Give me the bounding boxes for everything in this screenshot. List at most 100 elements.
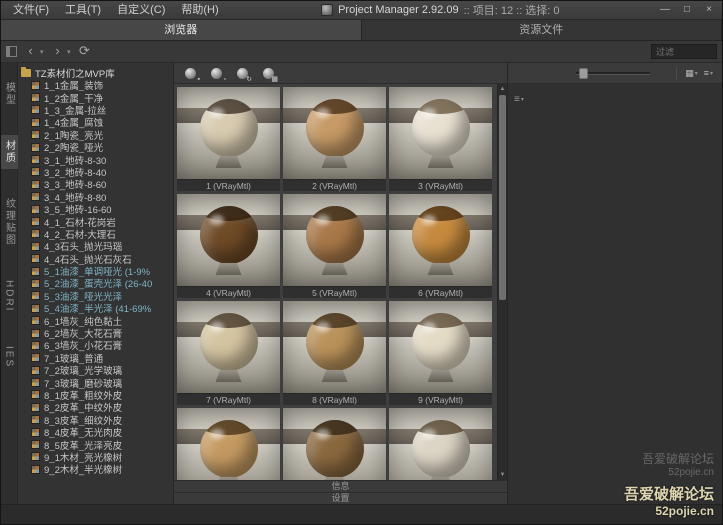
material-thumbnail[interactable] [177,408,280,480]
tree-item[interactable]: 7_1玻璃_普通 [21,352,173,364]
tree-item[interactable]: 6_1墙灰_纯色黏土 [21,314,173,326]
material-thumbnail[interactable]: 5 (VRayMtl) [283,194,386,298]
tree-item[interactable]: 7_2玻璃_光学玻璃 [21,364,173,376]
view-list-button[interactable]: ≡ ▾ [701,68,716,78]
category-tab[interactable]: IES [3,341,16,373]
material-thumbnail[interactable] [389,408,492,480]
settings-panel-header[interactable]: 设置 [174,492,507,504]
tree-root-folder[interactable]: TZ素材们之MVP库 [21,66,173,79]
tree-item[interactable]: 9_1木材_亮光橡树 [21,451,173,463]
tree-item[interactable]: 5_3油漆_哑光光泽 [21,290,173,302]
scroll-down-icon[interactable]: ▼ [498,470,507,480]
thumbnail-label: 6 (VRayMtl) [389,286,492,298]
tree-item[interactable]: 6_3墙灰_小花石膏 [21,339,173,351]
preview-tool-button[interactable]: ↻ [231,65,253,82]
menu-item[interactable]: 帮助(H) [173,1,226,19]
material-thumbnail[interactable]: 2 (VRayMtl) [283,87,386,191]
minimize-button[interactable]: — [654,1,676,19]
tree-item-label: 5_3油漆_哑光光泽 [44,290,122,302]
material-thumbnail[interactable]: 6 (VRayMtl) [389,194,492,298]
filter-input[interactable] [651,44,717,59]
material-thumbnail[interactable]: 9 (VRayMtl) [389,301,492,405]
back-dropdown-icon[interactable]: ▾ [40,48,48,56]
preview-vignette [177,301,280,393]
material-category-icon [31,415,40,424]
title-group: Project Manager 2.92.09 :: 项目: 12 :: 选择:… [227,2,654,18]
material-category-icon [31,167,40,176]
tree-item-label: 5_2油漆_蛋壳光泽 (26-40 [44,277,152,289]
tree-item[interactable]: 4_2_石材-大理石 [21,228,173,240]
preview-tool-button[interactable]: ▫ [205,65,227,82]
tree-item[interactable]: 2_1陶瓷_亮光 [21,129,173,141]
refresh-button[interactable]: ⟳ [77,43,92,60]
material-category-icon [31,118,40,127]
tree-item[interactable]: 6_2墙灰_大花石膏 [21,327,173,339]
tree-item[interactable]: 1_4金属_腐蚀 [21,116,173,128]
view-thumbnails-button[interactable]: ▦ ▾ [682,68,701,79]
tree-item[interactable]: 8_1皮革_粗纹外皮 [21,389,173,401]
thumbnail-label: 8 (VRayMtl) [283,393,386,405]
material-thumbnail[interactable]: 7 (VRayMtl) [177,301,280,405]
tree-item[interactable]: 3_3_地砖-8-60 [21,178,173,190]
tree-item[interactable]: 8_4皮革_无光肉皮 [21,426,173,438]
category-tab[interactable]: 纹理贴图 [1,193,18,251]
tree-item[interactable]: 4_1_石材-花岗岩 [21,215,173,227]
material-thumbnail[interactable]: 3 (VRayMtl) [389,87,492,191]
material-thumbnail[interactable]: 8 (VRayMtl) [283,301,386,405]
tree-item[interactable]: 5_4油漆_半光泽 (41-69% [21,302,173,314]
tree-item[interactable]: 4_4石头_抛光石灰石 [21,252,173,264]
menu-item[interactable]: 自定义(C) [109,1,173,19]
scrollbar-thumb[interactable] [499,95,506,300]
tree-item[interactable]: 2_2陶瓷_哑光 [21,141,173,153]
thumbnail-scrollbar[interactable]: ▲ ▼ [497,84,507,480]
back-button[interactable]: ‹ [23,43,38,60]
forward-button[interactable]: › [50,43,65,60]
tree-item[interactable]: 9_2木材_半光橡树 [21,463,173,475]
tree-item[interactable]: 3_5_地砖-16-60 [21,203,173,215]
menu-item[interactable]: 文件(F) [5,1,57,19]
material-preview-image [283,301,386,393]
material-category-icon [31,81,40,90]
close-button[interactable]: × [698,1,720,19]
tree-item[interactable]: 8_5皮革_光泽亮皮 [21,438,173,450]
sidebar-toggle-icon[interactable] [6,46,17,57]
preview-tool-button[interactable]: ▪ [179,65,201,82]
category-tab[interactable]: 模型 [1,77,18,111]
tree-item[interactable]: 1_2金属_干净 [21,91,173,103]
tree-item[interactable]: 3_4_地砖-8-80 [21,191,173,203]
material-preview-image [177,408,280,480]
category-tab[interactable]: 材质 [1,135,18,169]
menu-item[interactable]: 工具(T) [57,1,109,19]
slider-handle[interactable] [579,68,588,79]
scroll-up-icon[interactable]: ▲ [498,84,507,94]
material-thumbnail[interactable]: 1 (VRayMtl) [177,87,280,191]
tree-item-label: 6_2墙灰_大花石膏 [44,327,122,339]
asset-menu-button[interactable]: ≡ ▾ [514,94,524,105]
category-tab[interactable]: HDRI [3,275,16,317]
tree-item[interactable]: 5_2油漆_蛋壳光泽 (26-40 [21,277,173,289]
main-tab[interactable]: 资源文件 [362,20,723,40]
tree-item[interactable]: 5_1油漆_单调哑光 (1-9% [21,265,173,277]
tree-item[interactable]: 3_2_地砖-8-40 [21,166,173,178]
thumbnail-label: 4 (VRayMtl) [177,286,280,298]
info-panel-header[interactable]: 信息 [174,480,507,492]
tree-item[interactable]: 4_3石头_抛光玛瑙 [21,240,173,252]
tree-item-label: 9_2木材_半光橡树 [44,463,122,475]
preview-vignette [177,87,280,179]
thumbnail-size-slider[interactable] [576,72,650,75]
material-thumbnail[interactable]: 4 (VRayMtl) [177,194,280,298]
tree-item[interactable]: 3_1_地砖-8-30 [21,153,173,165]
main-tab[interactable]: 浏览器 [1,20,362,40]
tree-item[interactable]: 8_2皮革_中纹外皮 [21,401,173,413]
forward-dropdown-icon[interactable]: ▾ [67,48,75,56]
tree-item[interactable]: 7_3玻璃_磨砂玻璃 [21,376,173,388]
material-thumbnail[interactable] [283,408,386,480]
preview-tool-button[interactable]: ▦ [257,65,279,82]
maximize-button[interactable]: □ [676,1,698,19]
tree-item[interactable]: 1_1金属_装饰 [21,79,173,91]
material-category-icon [31,130,40,139]
tree-item[interactable]: 8_3皮革_细纹外皮 [21,414,173,426]
preview-vignette [389,408,492,480]
tree-item[interactable]: 1_3_金属-拉丝 [21,104,173,116]
title-bar: 文件(F) 工具(T) 自定义(C) 帮助(H) Project Manager… [1,1,722,20]
